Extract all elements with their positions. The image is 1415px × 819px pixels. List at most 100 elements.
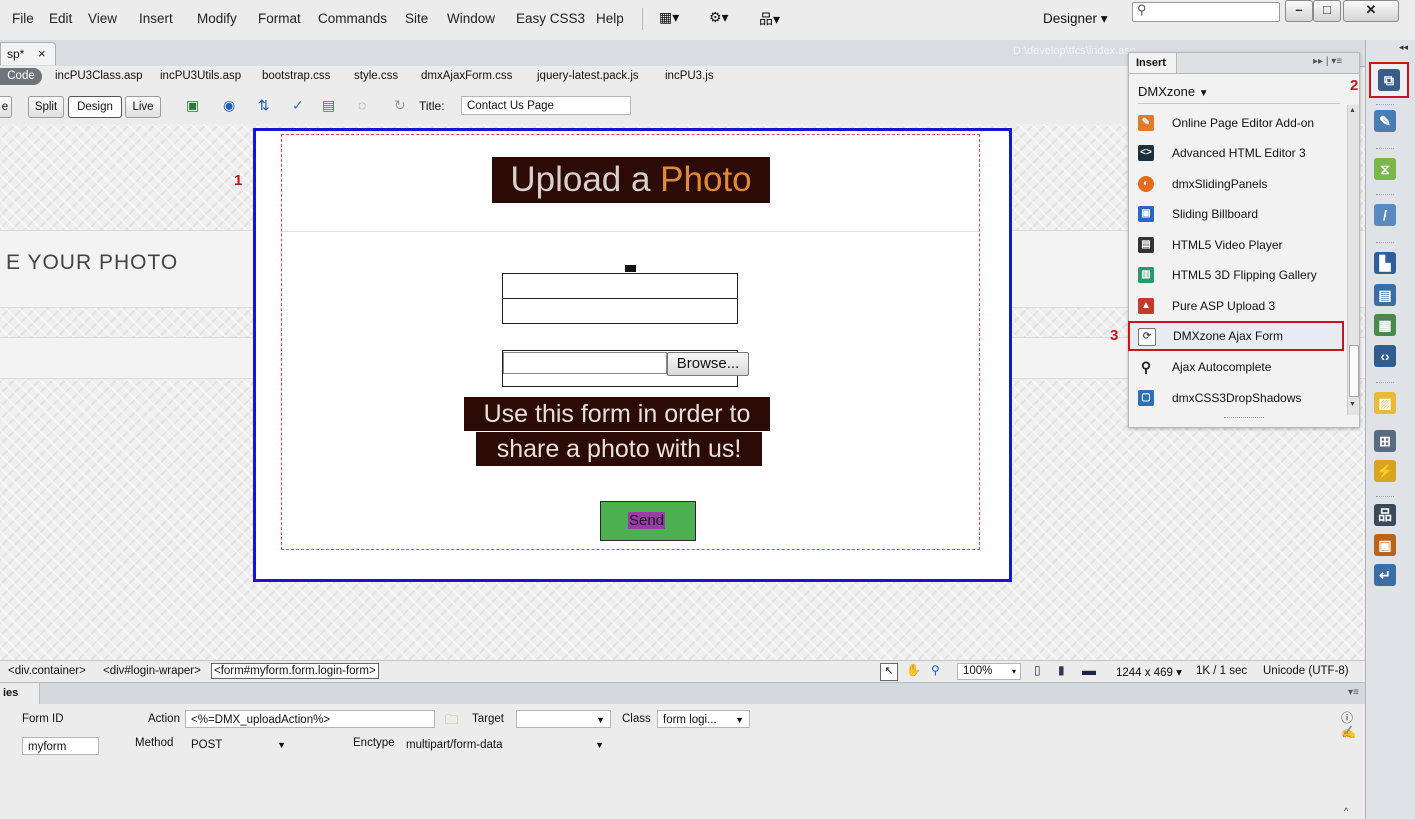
insert-tab[interactable]: Insert [1129, 53, 1177, 73]
insert-item-pure-asp-upload[interactable]: ▲ Pure ASP Upload 3 [1129, 291, 1347, 321]
insert-panel-scrollbar[interactable]: ▲ ▼ [1347, 105, 1359, 415]
behaviors-icon[interactable]: ▨ [1374, 392, 1396, 414]
target-select[interactable]: ▼ [516, 710, 611, 728]
scrollbar-thumb[interactable] [1349, 345, 1359, 397]
components-icon[interactable]: ▣ [1374, 534, 1396, 556]
tag-inspector-icon[interactable]: / [1374, 204, 1396, 226]
file-path-input[interactable] [503, 352, 667, 374]
related-file[interactable]: jquery-latest.pack.js [537, 70, 639, 82]
select-tool-icon[interactable]: ↖ [880, 663, 898, 681]
zoom-select[interactable]: 100% ▾ [957, 663, 1021, 680]
enctype-select[interactable]: multipart/form-data ▼ [400, 735, 611, 753]
properties-tab[interactable]: ies [0, 683, 40, 705]
window-size[interactable]: 1244 x 469 ▾ [1116, 665, 1182, 679]
folder-icon[interactable]: 🗀 [445, 711, 458, 733]
form-outline[interactable]: Upload a Photo Browse... Use this form i… [281, 134, 980, 550]
visual-aids-icon[interactable]: ▤ [322, 97, 335, 114]
insert-item-sliding-panels[interactable]: ◐ dmxSlidingPanels [1129, 169, 1347, 199]
close-window-button[interactable]: ✕ [1343, 0, 1399, 22]
view-code-button[interactable]: e [0, 96, 12, 118]
related-file[interactable]: incPU3Utils.asp [160, 70, 241, 82]
file-management-icon[interactable]: ⇅ [258, 97, 270, 114]
minimize-button[interactable]: – [1285, 0, 1313, 22]
doc-tab[interactable]: sp* × [0, 42, 56, 65]
insert-item-online-page-editor[interactable]: ✎ Online Page Editor Add-on [1129, 108, 1347, 138]
menu-modify[interactable]: Modify [197, 11, 237, 26]
class-select[interactable]: form logi... ▼ [657, 710, 750, 728]
view-split-button[interactable]: Split [28, 96, 64, 118]
desktop-size-icon[interactable]: ▬ [1082, 662, 1096, 678]
close-tab-icon[interactable]: × [38, 46, 46, 61]
related-file[interactable]: style.css [354, 70, 398, 82]
resize-grip[interactable] [1224, 417, 1264, 419]
insert-item-advanced-html-editor[interactable]: <> Advanced HTML Editor 3 [1129, 138, 1347, 168]
category-selector[interactable]: DMXzone ▼ [1138, 84, 1209, 99]
browse-button[interactable]: Browse... [667, 352, 749, 376]
ap-elements-icon[interactable]: ⧖ [1374, 158, 1396, 180]
help-icon[interactable]: ⓘ [1341, 709, 1353, 726]
tag-selector-wrapper[interactable]: <div#login-wraper> [103, 665, 201, 677]
menu-file[interactable]: File [12, 11, 34, 26]
method-select[interactable]: POST ▼ [185, 735, 293, 753]
tag-selector-form[interactable]: <form#myform.form.login-form> [211, 663, 379, 679]
insert-item-html5-video-player[interactable]: ▤ HTML5 Video Player [1129, 230, 1347, 260]
layout-switcher-icon[interactable]: ▦▾ [659, 9, 679, 26]
panel-options-icon[interactable]: ▾≡ [1348, 687, 1359, 698]
collapse-panel-icon[interactable]: ▸▸ | ▾≡ [1313, 56, 1342, 67]
refresh-icon[interactable]: ↻ [394, 97, 406, 114]
page-title-input[interactable]: Contact Us Page [461, 96, 631, 115]
hand-tool-icon[interactable]: ✋ [906, 663, 921, 677]
insert-panel-button[interactable]: ⧉ [1369, 62, 1409, 98]
expand-properties-icon[interactable]: ^ [1344, 806, 1348, 816]
menu-site[interactable]: Site [405, 11, 428, 26]
expand-panels-icon[interactable]: ◂◂ [1399, 42, 1408, 53]
check-browser-icon[interactable]: ◌ [358, 97, 366, 113]
browser-preview-icon[interactable]: ◉ [223, 97, 235, 114]
code-inspect-icon[interactable]: ‹› [1374, 345, 1396, 367]
tag-selector-container[interactable]: <div.container> [8, 665, 86, 677]
menu-format[interactable]: Format [258, 11, 301, 26]
email-input[interactable] [502, 298, 738, 324]
menu-easy-css3[interactable]: Easy CSS3 [516, 11, 585, 26]
mobile-size-icon[interactable]: ▯ [1034, 663, 1041, 677]
send-button[interactable]: Send [600, 501, 696, 541]
view-live-button[interactable]: Live [125, 96, 161, 118]
databases-icon[interactable]: ▙ [1374, 252, 1396, 274]
gear-icon[interactable]: ⚙▾ [709, 9, 729, 26]
menu-insert[interactable]: Insert [139, 11, 173, 26]
scroll-up-icon[interactable]: ▲ [1349, 107, 1356, 114]
bindings-icon[interactable]: ⊞ [1374, 430, 1396, 452]
insert-item-sliding-billboard[interactable]: ▣ Sliding Billboard [1129, 199, 1347, 229]
related-file[interactable]: incPU3Class.asp [55, 70, 143, 82]
menu-edit[interactable]: Edit [49, 11, 72, 26]
help-search-input[interactable]: ⚲ [1132, 2, 1280, 22]
workspace-switcher[interactable]: Designer ▾ [1043, 11, 1108, 27]
related-file[interactable]: incPU3.js [665, 70, 714, 82]
insert-item-flipping-gallery[interactable]: ▥ HTML5 3D Flipping Gallery [1129, 260, 1347, 290]
snippets-icon[interactable]: ▦ [1374, 314, 1396, 336]
view-design-button[interactable]: Design [68, 96, 122, 118]
quick-tag-editor-icon[interactable]: ✍ [1341, 725, 1356, 739]
files-icon[interactable]: 品 [1374, 504, 1396, 526]
action-input[interactable]: <%=DMX_uploadAction%> [185, 710, 435, 728]
scroll-down-icon[interactable]: ▼ [1349, 401, 1356, 408]
server-behaviors-icon[interactable]: ⚡ [1374, 460, 1396, 482]
w3c-validation-icon[interactable]: ✓ [292, 97, 304, 114]
related-file[interactable]: bootstrap.css [262, 70, 330, 82]
tablet-size-icon[interactable]: ▮ [1058, 663, 1065, 677]
zoom-tool-icon[interactable]: ⚲ [931, 663, 940, 677]
insert-item-css3-drop-shadows[interactable]: ▢ dmxCSS3DropShadows [1129, 383, 1347, 413]
insert-item-ajax-autocomplete[interactable]: ⚲ Ajax Autocomplete [1129, 352, 1347, 382]
site-tree-icon[interactable]: 品▾ [759, 9, 780, 29]
multiscreen-icon[interactable]: ▣ [186, 97, 199, 114]
css-styles-icon[interactable]: ✎ [1374, 110, 1396, 132]
menu-view[interactable]: View [88, 11, 117, 26]
insert-item-ajax-form[interactable]: ⟳ DMXzone Ajax Form [1128, 321, 1344, 351]
menu-window[interactable]: Window [447, 11, 495, 26]
source-code-button[interactable]: Code [0, 68, 42, 85]
assets-icon[interactable]: ▤ [1374, 284, 1396, 306]
form-id-input[interactable]: myform [22, 737, 99, 755]
maximize-button[interactable]: □ [1313, 0, 1341, 22]
related-file[interactable]: dmxAjaxForm.css [421, 70, 512, 82]
menu-help[interactable]: Help [596, 11, 624, 26]
